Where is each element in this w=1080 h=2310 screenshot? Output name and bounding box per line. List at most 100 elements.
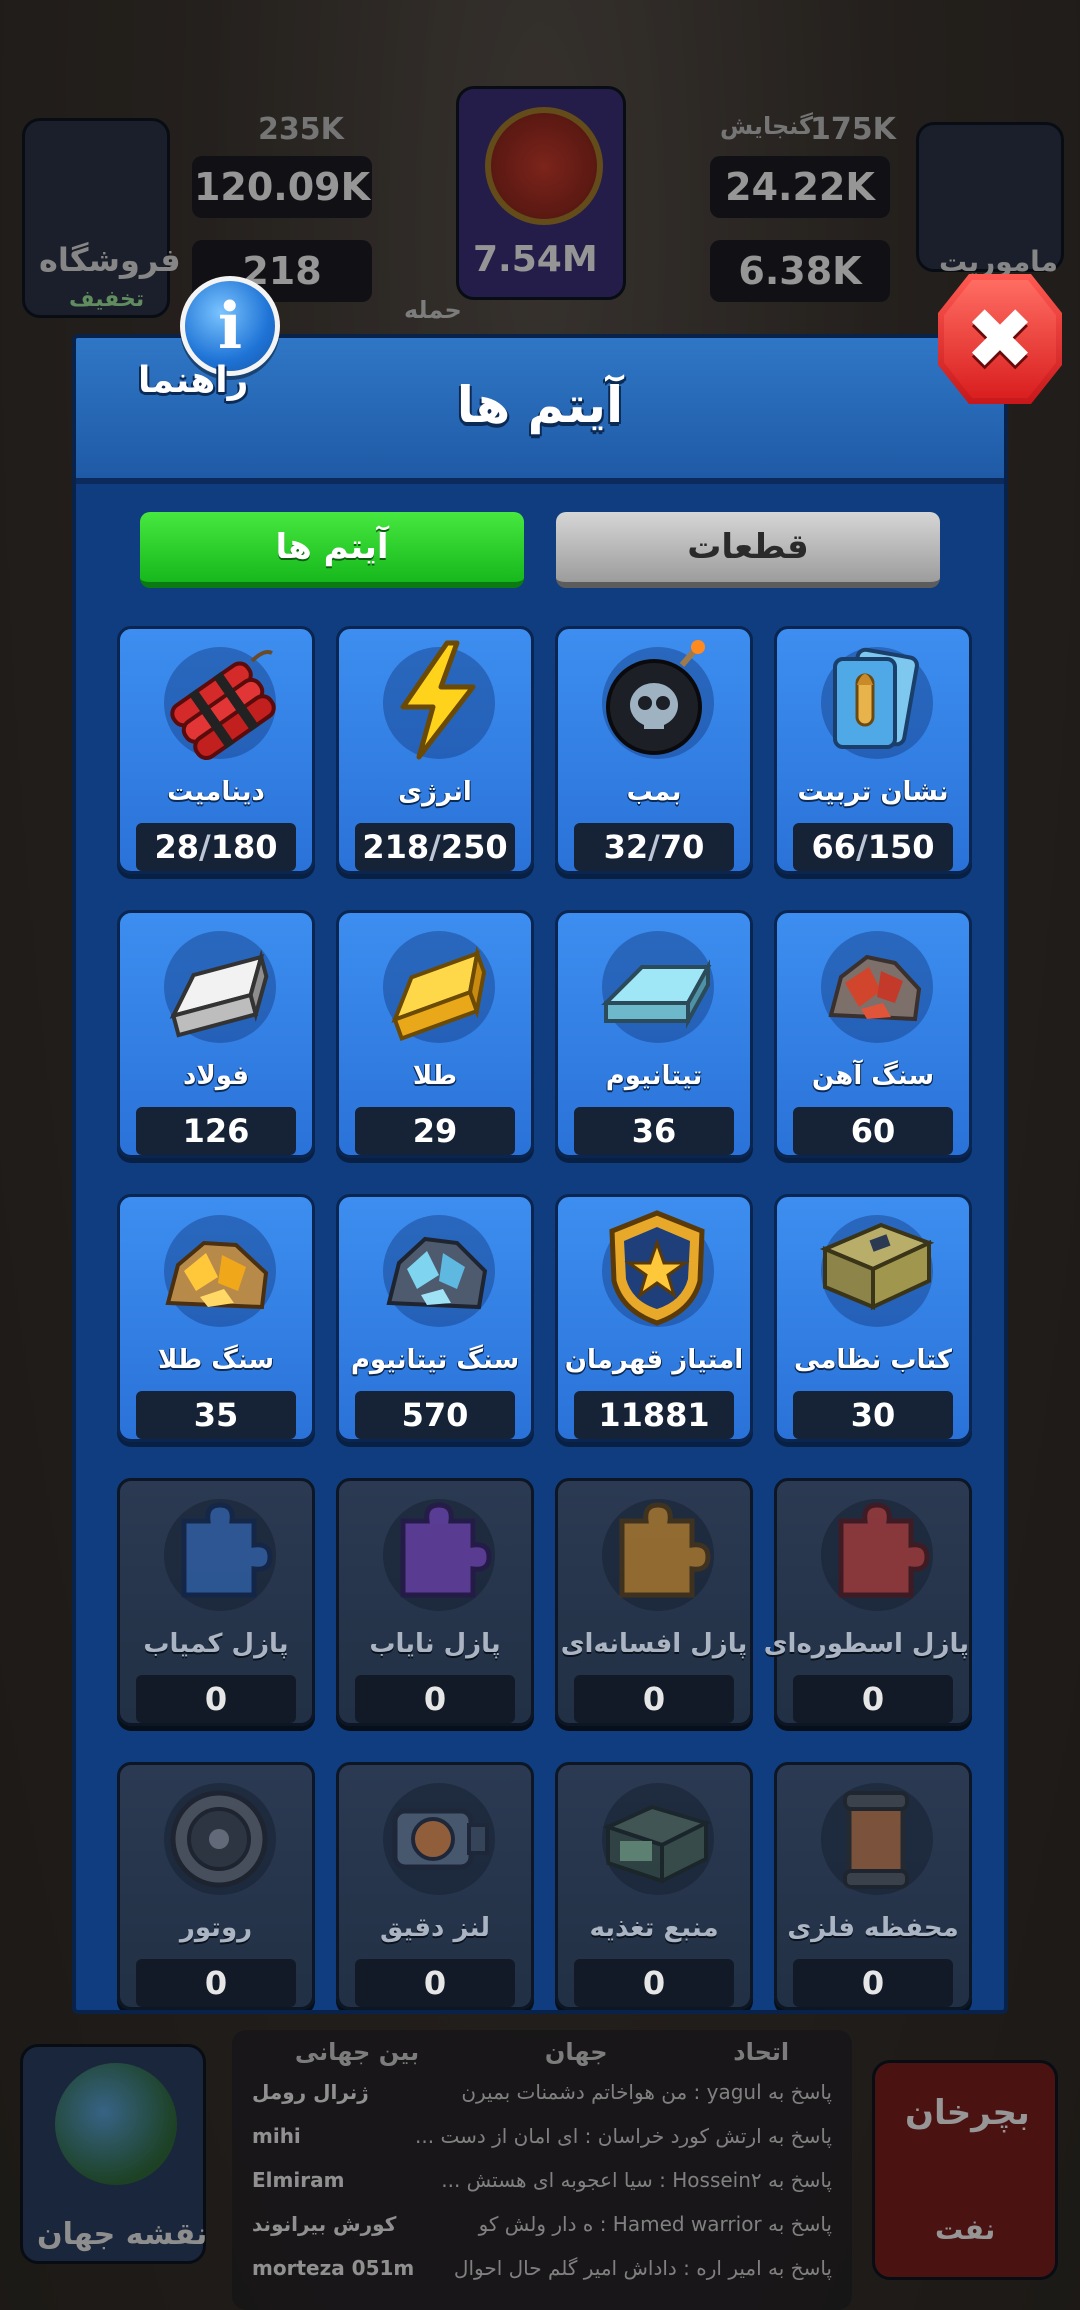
tab-items[interactable]: آیتم ها (140, 512, 524, 588)
item-count: 29 (355, 1107, 515, 1155)
item-card[interactable]: انرژی 218/250 (336, 626, 534, 874)
item-count: 126 (136, 1107, 296, 1155)
item-count-value: 0 (204, 1964, 228, 2002)
precision-lens-icon (373, 1771, 503, 1901)
item-count-value: 0 (861, 1964, 885, 2002)
item-count: 32/70 (574, 823, 734, 871)
item-card[interactable]: نشان تربیت 66/150 (774, 626, 972, 874)
item-name: کتاب نظامی (794, 1345, 952, 1375)
item-card[interactable]: پازل نایاب 0 (336, 1478, 534, 1726)
power-supply-icon (592, 1771, 722, 1901)
item-count-value: 66 (811, 828, 857, 866)
item-count: 66/150 (793, 823, 953, 871)
training-badge-cards-icon (811, 635, 941, 765)
item-card[interactable]: پازل افسانه‌ای 0 (555, 1478, 753, 1726)
item-count-max: 150 (867, 828, 935, 866)
puzzle-orange-icon (592, 1487, 722, 1617)
item-name: فولاد (182, 1061, 250, 1091)
item-name: سنگ تیتانیوم (350, 1345, 520, 1375)
item-name: دینامیت (167, 777, 265, 807)
item-count: 35 (136, 1391, 296, 1439)
gold-ingot-icon (373, 919, 503, 1049)
item-count-value: 0 (423, 1680, 447, 1718)
item-count: 218/250 (355, 823, 515, 871)
item-card[interactable]: بمب 32/70 (555, 626, 753, 874)
lightning-bolt-icon (373, 635, 503, 765)
item-card[interactable]: پازل کمیاب 0 (117, 1478, 315, 1726)
dynamite-icon (154, 635, 284, 765)
puzzle-purple-icon (373, 1487, 503, 1617)
item-name: انرژی (398, 777, 472, 807)
item-count: 0 (136, 1959, 296, 2007)
item-card[interactable]: امتیاز قهرمان 11881 (555, 1194, 753, 1442)
count-separator: / (429, 828, 441, 866)
item-count-value: 35 (193, 1396, 239, 1434)
item-card[interactable]: پازل اسطوره‌ای 0 (763, 1478, 972, 1726)
item-count-value: 0 (204, 1680, 228, 1718)
items-modal: آیتم ها قطعات آیتم ها نشان تربیت 66/150 بم… (72, 334, 1008, 2014)
puzzle-blue-icon (154, 1487, 284, 1617)
item-count: 11881 (574, 1391, 734, 1439)
item-count-value: 11881 (598, 1396, 710, 1434)
item-count: 60 (793, 1107, 953, 1155)
close-icon: ✖ (964, 290, 1036, 388)
item-card[interactable]: دینامیت 28/180 (117, 626, 315, 874)
help-label: راهنما (138, 360, 249, 401)
item-card[interactable]: کتاب نظامی 30 (774, 1194, 972, 1442)
item-card[interactable]: سنگ آهن 60 (774, 910, 972, 1158)
item-count-value: 126 (182, 1112, 250, 1150)
item-count: 0 (793, 1959, 953, 2007)
item-name: امتیاز قهرمان (564, 1345, 744, 1375)
item-name: منبع تغذیه (589, 1913, 719, 1943)
item-count: 570 (355, 1391, 515, 1439)
item-count-value: 32 (603, 828, 649, 866)
item-card[interactable]: لنز دقیق 0 (336, 1762, 534, 2010)
item-card[interactable]: منبع تغذیه 0 (555, 1762, 753, 2010)
item-count: 36 (574, 1107, 734, 1155)
item-count-max: 70 (659, 828, 705, 866)
item-name: پازل افسانه‌ای (560, 1629, 748, 1659)
titanium-ingot-icon (592, 919, 722, 1049)
item-card[interactable]: طلا 29 (336, 910, 534, 1158)
item-name: بمب (626, 777, 682, 807)
item-count-value: 0 (861, 1680, 885, 1718)
item-count-value: 36 (631, 1112, 677, 1150)
item-card[interactable]: فولاد 126 (117, 910, 315, 1158)
item-card[interactable]: سنگ طلا 35 (117, 1194, 315, 1442)
item-card[interactable]: روتور 0 (117, 1762, 315, 2010)
item-card[interactable]: سنگ تیتانیوم 570 (336, 1194, 534, 1442)
item-count-value: 0 (423, 1964, 447, 2002)
iron-ore-icon (811, 919, 941, 1049)
count-separator: / (856, 828, 868, 866)
item-count-value: 570 (401, 1396, 469, 1434)
item-count-max: 250 (440, 828, 508, 866)
skull-bomb-icon (592, 635, 722, 765)
item-name: طلا (412, 1061, 458, 1091)
item-card[interactable]: تیتانیوم 36 (555, 910, 753, 1158)
item-count-value: 28 (154, 828, 200, 866)
item-name: سنگ آهن (811, 1061, 935, 1091)
item-count: 0 (574, 1959, 734, 2007)
item-count-max: 180 (210, 828, 278, 866)
item-count: 0 (793, 1675, 953, 1723)
item-name: پازل اسطوره‌ای (763, 1629, 969, 1659)
item-count-value: 60 (850, 1112, 896, 1150)
item-count: 0 (355, 1675, 515, 1723)
item-name: روتور (179, 1913, 253, 1943)
item-card[interactable]: محفظه فلزی 0 (774, 1762, 972, 2010)
item-count-value: 0 (642, 1680, 666, 1718)
item-name: سنگ طلا (157, 1345, 275, 1375)
tab-parts[interactable]: قطعات (556, 512, 940, 588)
item-name: پازل نایاب (369, 1629, 501, 1659)
close-button[interactable]: ✖ (938, 274, 1062, 404)
item-count-value: 29 (412, 1112, 458, 1150)
count-separator: / (648, 828, 660, 866)
item-count-value: 218 (362, 828, 430, 866)
item-name: پازل کمیاب (143, 1629, 289, 1659)
rotor-icon (154, 1771, 284, 1901)
item-count: 30 (793, 1391, 953, 1439)
puzzle-red-icon (811, 1487, 941, 1617)
item-name: لنز دقیق (379, 1913, 491, 1943)
item-name: نشان تربیت (797, 777, 949, 807)
item-count: 28/180 (136, 823, 296, 871)
